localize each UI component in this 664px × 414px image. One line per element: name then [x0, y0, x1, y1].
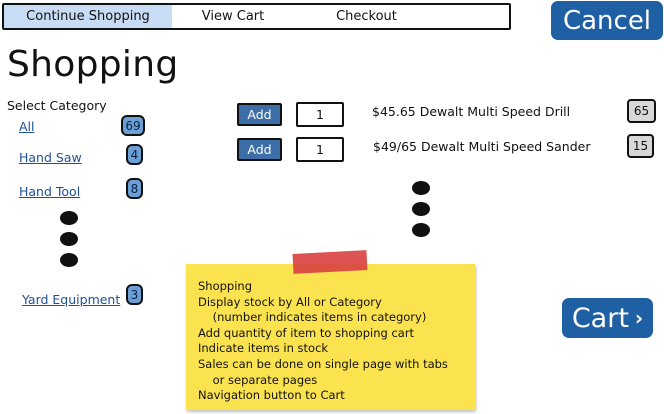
stock-count-box: 15: [627, 134, 654, 158]
more-categories-ellipsis-dot: [60, 232, 78, 246]
more-products-ellipsis-dot: [412, 181, 430, 195]
note-tape: [292, 250, 368, 274]
tab-checkout[interactable]: Checkout: [294, 5, 439, 28]
note-line: Sales can be done on single page with ta…: [198, 356, 448, 371]
nav-tab-bar: Continue Shopping View Cart Checkout: [2, 3, 511, 30]
note-text: Shopping Display stock by All or Categor…: [198, 279, 448, 404]
cart-button[interactable]: Cart ›: [562, 298, 653, 338]
cart-button-label: Cart: [571, 302, 629, 334]
note-line: Indicate items in stock: [198, 341, 329, 356]
note-line: (number indicates items in category): [198, 310, 427, 325]
note-line: Shopping: [198, 279, 253, 293]
category-count-badge: 69: [121, 115, 145, 136]
more-categories-ellipsis-dot: [60, 253, 78, 267]
page-title: Shopping: [7, 44, 179, 85]
category-count-badge: 3: [126, 284, 143, 305]
more-products-ellipsis-dot: [412, 202, 430, 216]
more-products-ellipsis-dot: [412, 223, 430, 237]
product-label: $49/65 Dewalt Multi Speed Sander: [373, 139, 591, 154]
quantity-input[interactable]: [296, 102, 344, 127]
product-label: $45.65 Dewalt Multi Speed Drill: [372, 104, 571, 119]
select-category-label: Select Category: [7, 98, 107, 113]
stock-count-box: 65: [627, 99, 656, 123]
category-link-all[interactable]: All: [19, 119, 35, 134]
category-count-badge: 4: [126, 144, 143, 165]
category-link-hand-tool[interactable]: Hand Tool: [19, 184, 80, 199]
note-line: Navigation button to Cart: [198, 388, 345, 403]
more-categories-ellipsis-dot: [60, 211, 78, 225]
cancel-button[interactable]: Cancel: [551, 1, 663, 40]
add-to-cart-button[interactable]: Add: [237, 138, 282, 161]
category-count-badge: 8: [126, 178, 143, 199]
category-link-hand-saw[interactable]: Hand Saw: [19, 150, 82, 165]
add-to-cart-button[interactable]: Add: [237, 103, 282, 126]
chevron-right-icon: ›: [634, 306, 644, 330]
tab-continue-shopping[interactable]: Continue Shopping: [4, 5, 172, 28]
quantity-input[interactable]: [296, 137, 344, 162]
note-line: or separate pages: [198, 372, 318, 387]
tab-view-cart[interactable]: View Cart: [172, 5, 294, 28]
category-link-yard-equipment[interactable]: Yard Equipment: [22, 292, 120, 307]
note-line: Add quantity of item to shopping cart: [198, 325, 415, 340]
note-line: Display stock by All or Category: [198, 294, 382, 309]
